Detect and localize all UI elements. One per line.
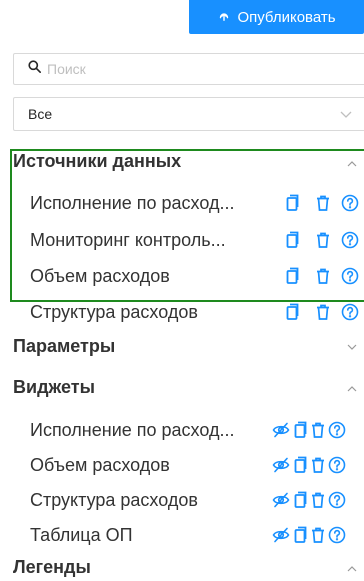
eye-off-icon[interactable] [272, 492, 290, 508]
help-icon[interactable] [341, 231, 359, 249]
data-source-actions [283, 230, 359, 250]
search-icon [28, 60, 41, 78]
eye-off-icon[interactable] [272, 422, 290, 438]
filter-select[interactable]: Все [13, 97, 364, 131]
data-source-actions [283, 266, 359, 286]
delete-icon[interactable] [316, 195, 330, 211]
chevron-up-icon[interactable] [346, 382, 358, 394]
section-title-data-sources[interactable]: Источники данных [13, 151, 181, 172]
help-icon[interactable] [341, 194, 359, 212]
eye-off-icon[interactable] [272, 527, 290, 543]
widget-item[interactable]: Таблица ОП [30, 522, 133, 548]
section-title-legends[interactable]: Легенды [13, 557, 91, 578]
copy-icon[interactable] [294, 526, 307, 544]
copy-icon[interactable] [283, 231, 301, 249]
help-icon[interactable] [328, 526, 346, 544]
section-title-widgets[interactable]: Виджеты [13, 377, 95, 398]
delete-icon[interactable] [316, 232, 330, 248]
data-source-actions [283, 193, 359, 213]
chevron-down-icon[interactable] [346, 340, 358, 352]
widget-actions [272, 525, 346, 545]
data-source-item[interactable]: Объем расходов [30, 263, 170, 289]
help-icon[interactable] [341, 303, 359, 321]
publish-button-label: Опубликовать [237, 8, 336, 26]
widget-item[interactable]: Исполнение по расход... [30, 417, 234, 443]
delete-icon[interactable] [311, 457, 325, 473]
data-source-item[interactable]: Структура расходов [30, 299, 198, 325]
widget-actions [272, 490, 346, 510]
widget-item[interactable]: Структура расходов [30, 487, 198, 513]
copy-icon[interactable] [294, 456, 307, 474]
widget-item[interactable]: Объем расходов [30, 452, 170, 478]
widget-actions [272, 420, 346, 440]
eye-off-icon[interactable] [272, 457, 290, 473]
delete-icon[interactable] [311, 422, 325, 438]
help-icon[interactable] [328, 456, 346, 474]
widget-actions [272, 455, 346, 475]
search-field[interactable] [13, 53, 364, 85]
data-source-actions [283, 302, 359, 322]
filter-select-value: Все [28, 106, 53, 122]
chevron-down-icon [340, 106, 352, 122]
data-source-item[interactable]: Мониторинг контроль... [30, 227, 226, 253]
help-icon[interactable] [328, 491, 346, 509]
delete-icon[interactable] [316, 304, 330, 320]
chevron-up-icon[interactable] [346, 562, 358, 574]
help-icon[interactable] [341, 267, 359, 285]
data-source-item[interactable]: Исполнение по расход... [30, 190, 234, 216]
section-title-parameters[interactable]: Параметры [13, 336, 115, 357]
copy-icon[interactable] [294, 421, 307, 439]
upload-icon [217, 8, 231, 26]
copy-icon[interactable] [283, 267, 301, 285]
copy-icon[interactable] [294, 491, 307, 509]
delete-icon[interactable] [311, 492, 325, 508]
search-input[interactable] [47, 54, 364, 84]
copy-icon[interactable] [283, 303, 301, 321]
publish-button[interactable]: Опубликовать [189, 0, 364, 34]
chevron-up-icon[interactable] [346, 157, 358, 169]
help-icon[interactable] [328, 421, 346, 439]
delete-icon[interactable] [311, 527, 325, 543]
copy-icon[interactable] [283, 194, 301, 212]
delete-icon[interactable] [316, 268, 330, 284]
